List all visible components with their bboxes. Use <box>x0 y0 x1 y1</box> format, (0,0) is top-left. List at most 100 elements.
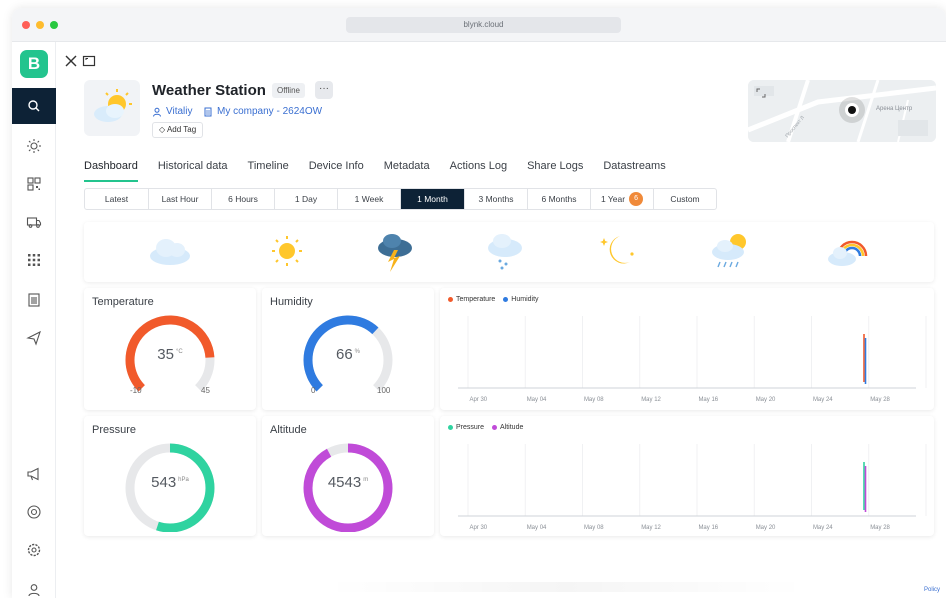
minimize-dot[interactable] <box>36 21 44 29</box>
range-custom[interactable]: Custom <box>654 189 716 209</box>
range-1-year[interactable]: 1 Year 6 <box>591 189 654 209</box>
address-bar[interactable]: blynk.cloud <box>346 17 621 33</box>
sidebar-item-qr[interactable] <box>12 166 56 202</box>
temperature-unit: °C <box>175 349 183 355</box>
temperature-widget[interactable]: Temperature 35 °C -10 45 <box>84 288 256 410</box>
sidebar-item-help[interactable] <box>12 494 56 530</box>
device-map[interactable]: Арена Центр Проспект Л <box>748 80 936 142</box>
user-icon <box>153 107 161 117</box>
x-tick-label: May 24 <box>812 525 833 531</box>
temperature-max: 45 <box>201 386 210 395</box>
owner-name: Vitaliy <box>166 106 193 117</box>
sidebar: B <box>12 42 56 598</box>
range-3-months[interactable]: 3 Months <box>465 189 528 209</box>
humidity-unit: % <box>354 349 361 355</box>
pressure-widget[interactable]: Pressure 543 hPa <box>84 416 256 536</box>
snow-cloud-icon <box>488 234 522 270</box>
expand-icon[interactable] <box>82 54 96 68</box>
range-1-week[interactable]: 1 Week <box>338 189 401 209</box>
x-tick-label: Apr 30 <box>469 525 488 531</box>
maximize-dot[interactable] <box>50 21 58 29</box>
cloud-icon <box>150 239 190 265</box>
x-tick-label: May 04 <box>526 397 547 403</box>
close-dot[interactable] <box>22 21 30 29</box>
range-last-hour[interactable]: Last Hour <box>149 189 212 209</box>
temp-humidity-chart[interactable]: Temperature Humidity Apr 30 May 04 May 08 M… <box>440 288 934 410</box>
sidebar-item-announcements[interactable] <box>12 456 56 492</box>
sun-cloud-icon <box>94 89 132 122</box>
range-1-month[interactable]: 1 Month <box>401 189 465 209</box>
humidity-title: Humidity <box>270 296 313 308</box>
x-tick-label: May 16 <box>698 525 719 531</box>
altitude-title: Altitude <box>270 424 307 436</box>
temperature-number: 35 <box>157 346 174 363</box>
settings-icon <box>27 543 41 557</box>
weather-icons-widget <box>84 222 934 282</box>
tab-datastreams[interactable]: Datastreams <box>603 158 665 182</box>
sun-icon <box>272 236 302 266</box>
range-1-day[interactable]: 1 Day <box>275 189 338 209</box>
device-title: Weather Station <box>152 82 266 99</box>
owner-link[interactable]: Vitaliy <box>152 106 193 117</box>
range-latest[interactable]: Latest <box>85 189 149 209</box>
close-icon[interactable] <box>64 54 78 68</box>
altitude-unit: m <box>363 477 369 483</box>
x-tick-label: May 16 <box>698 397 719 403</box>
tab-timeline[interactable]: Timeline <box>248 158 289 182</box>
add-tag-label: Add Tag <box>166 125 197 134</box>
device-page: Weather Station Offline ··· Vitaliy My c… <box>56 42 946 598</box>
browser-window: blynk.cloud B Weather Station Offline ··… <box>12 8 946 598</box>
grid-icon <box>28 254 40 266</box>
tab-device-info[interactable]: Device Info <box>309 158 364 182</box>
pressure-number: 543 <box>151 474 177 491</box>
tab-share-logs[interactable]: Share Logs <box>527 158 583 182</box>
bottom-shadow <box>326 582 806 592</box>
sidebar-item-building[interactable] <box>12 282 56 318</box>
x-tick-label: May 04 <box>526 525 547 531</box>
pressure-unit: hPa <box>178 477 189 483</box>
device-tabs: Dashboard Historical data Timeline Devic… <box>84 158 666 182</box>
sidebar-item-search[interactable] <box>12 88 56 124</box>
x-tick-label: May 12 <box>641 397 661 403</box>
company-link[interactable]: My company - 2624OW <box>203 106 322 117</box>
range-6-months[interactable]: 6 Months <box>528 189 591 209</box>
sidebar-item-sun[interactable] <box>12 128 56 164</box>
tab-historical-data[interactable]: Historical data <box>158 158 228 182</box>
sidebar-item-truck[interactable] <box>12 204 56 240</box>
pressure-altitude-chart[interactable]: Pressure Altitude Apr 30 May 04 May 08 May … <box>440 416 934 536</box>
x-tick-label: May 28 <box>870 397 890 403</box>
sidebar-item-send[interactable] <box>12 320 56 356</box>
x-tick-label: May 20 <box>755 525 776 531</box>
rainbow-cloud-icon <box>828 240 868 266</box>
qr-icon <box>27 177 41 191</box>
policy-link[interactable]: Policy <box>924 587 940 593</box>
sidebar-item-profile[interactable] <box>12 572 56 598</box>
fullscreen-icon[interactable] <box>756 88 766 98</box>
add-tag-button[interactable]: ◇ Add Tag <box>152 122 204 138</box>
x-tick-label: May 24 <box>812 397 833 403</box>
pressure-value: 543 hPa <box>84 474 256 491</box>
temperature-title: Temperature <box>92 296 154 308</box>
humidity-widget[interactable]: Humidity 66% 0 100 <box>262 288 434 410</box>
thunderstorm-icon <box>378 234 412 272</box>
tab-dashboard[interactable]: Dashboard <box>84 158 138 182</box>
tab-metadata[interactable]: Metadata <box>384 158 430 182</box>
range-6-hours[interactable]: 6 Hours <box>212 189 275 209</box>
temperature-value: 35 °C <box>84 346 256 363</box>
altitude-widget[interactable]: Altitude 4543 m <box>262 416 434 536</box>
blynk-logo[interactable]: B <box>20 50 48 78</box>
x-tick-label: May 28 <box>870 525 890 531</box>
altitude-number: 4543 <box>327 474 362 491</box>
sun-icon <box>27 139 41 153</box>
title-bar: blynk.cloud <box>12 8 946 42</box>
send-icon <box>26 330 41 346</box>
building-icon <box>28 293 40 307</box>
sidebar-item-grid[interactable] <box>12 242 56 278</box>
more-button[interactable]: ··· <box>315 81 333 99</box>
range-count-badge: 6 <box>629 192 644 206</box>
device-image <box>84 80 140 136</box>
pressure-title: Pressure <box>92 424 137 436</box>
status-badge: Offline <box>272 83 305 98</box>
sidebar-item-settings[interactable] <box>12 532 56 568</box>
tab-actions-log[interactable]: Actions Log <box>450 158 507 182</box>
